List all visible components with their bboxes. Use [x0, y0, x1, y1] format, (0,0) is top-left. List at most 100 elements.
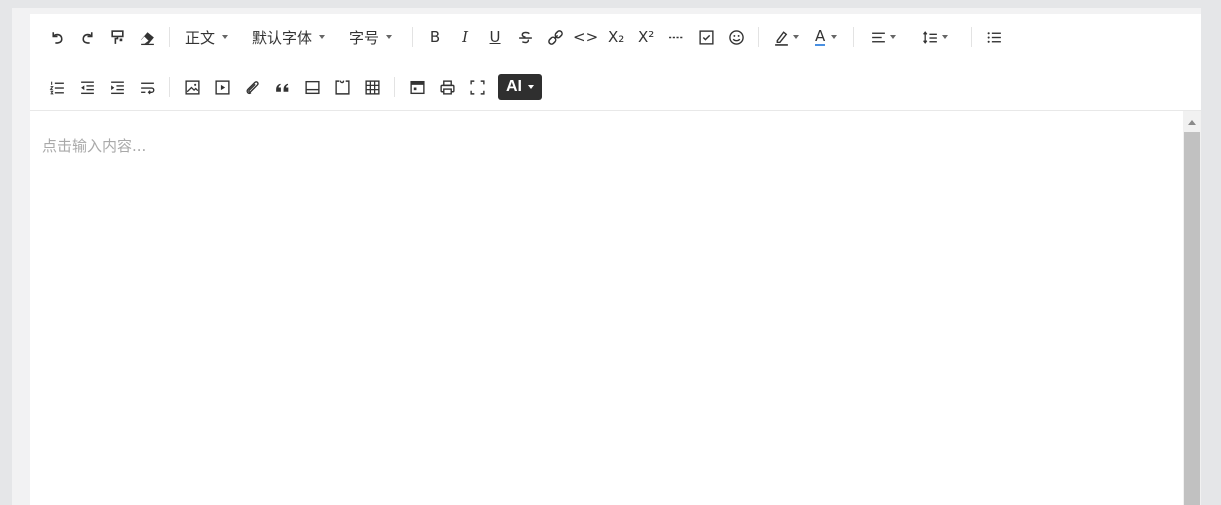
code-button[interactable]: <> — [570, 23, 601, 51]
task-list-icon — [699, 29, 714, 45]
wrap-icon — [140, 82, 154, 94]
table-icon — [364, 79, 380, 95]
paragraph-style-label: 正文 — [185, 29, 216, 47]
code-label: <> — [573, 28, 599, 46]
table-button[interactable] — [357, 73, 387, 101]
insert-video-button[interactable] — [207, 73, 237, 101]
font-family-dropdown[interactable]: 默认字体 — [244, 27, 333, 48]
image-icon — [184, 79, 200, 95]
code-block-button[interactable] — [297, 73, 327, 101]
separator — [169, 77, 170, 97]
fullscreen-button[interactable] — [462, 73, 492, 101]
underline-label: U — [489, 28, 501, 46]
emoji-icon — [728, 29, 744, 45]
font-color-button[interactable]: A — [806, 23, 846, 51]
separator — [394, 77, 395, 97]
fullscreen-icon — [469, 79, 485, 95]
print-button[interactable] — [432, 73, 462, 101]
editor-frame: 正文 默认字体 字号 B I U <> X₂ X² A AI 点击输入内容... — [12, 8, 1201, 505]
chevron-down-icon — [942, 35, 949, 39]
indent-icon — [110, 80, 124, 94]
container-icon — [334, 79, 350, 95]
link-icon — [547, 29, 563, 45]
superscript-label: X² — [638, 28, 655, 46]
link-button[interactable] — [540, 23, 570, 51]
horizontal-rule-icon — [668, 36, 684, 38]
separator — [169, 27, 170, 47]
content-placeholder: 点击输入内容... — [42, 137, 147, 155]
line-height-icon — [923, 30, 938, 44]
indent-button[interactable] — [102, 73, 132, 101]
italic-button[interactable]: I — [450, 23, 480, 51]
task-list-button[interactable] — [691, 23, 721, 51]
font-size-label: 字号 — [349, 29, 380, 47]
quote-icon — [275, 83, 288, 92]
redo-icon — [81, 31, 93, 44]
template-icon — [409, 80, 425, 94]
redo-button[interactable] — [72, 23, 102, 51]
attachment-icon — [245, 80, 259, 94]
toolbar-row-1: 正文 默认字体 字号 B I U <> X₂ X² A — [30, 17, 1201, 57]
subscript-button[interactable]: X₂ — [601, 23, 631, 51]
italic-label: I — [462, 28, 469, 46]
vertical-scrollbar[interactable] — [1183, 111, 1201, 505]
chevron-down-icon — [319, 35, 326, 39]
numbered-list-button[interactable] — [42, 73, 72, 101]
strikethrough-icon — [518, 31, 532, 43]
clear-format-button[interactable] — [132, 23, 162, 51]
eraser-icon — [140, 31, 154, 45]
separator — [758, 27, 760, 47]
chevron-down-icon — [793, 35, 800, 39]
template-button[interactable] — [402, 73, 432, 101]
highlight-button[interactable] — [766, 23, 806, 51]
font-size-dropdown[interactable]: 字号 — [341, 27, 400, 48]
scrollbar-thumb[interactable] — [1184, 132, 1200, 505]
video-icon — [214, 79, 230, 95]
bulleted-list-icon — [987, 31, 1001, 43]
bulleted-list-button[interactable] — [979, 23, 1009, 51]
paragraph-style-dropdown[interactable]: 正文 — [177, 27, 236, 48]
separator — [971, 27, 973, 47]
container-button[interactable] — [327, 73, 357, 101]
format-painter-icon — [110, 29, 124, 44]
line-height-button[interactable] — [913, 23, 957, 51]
editor-content-area[interactable]: 点击输入内容... — [30, 111, 1181, 505]
font-family-label: 默认字体 — [252, 29, 313, 47]
strikethrough-button[interactable] — [510, 23, 540, 51]
wrap-button[interactable] — [132, 73, 162, 101]
format-painter-button[interactable] — [102, 23, 132, 51]
chevron-down-icon — [890, 35, 897, 39]
undo-button[interactable] — [42, 23, 72, 51]
align-icon — [872, 32, 886, 42]
font-color-label: A — [815, 26, 826, 46]
toolbar-row-2: AI — [30, 67, 1201, 107]
insert-image-button[interactable] — [177, 73, 207, 101]
rich-text-editor: 正文 默认字体 字号 B I U <> X₂ X² A AI 点击输入内容... — [30, 14, 1201, 505]
ai-button[interactable]: AI — [498, 74, 542, 100]
subscript-label: X₂ — [608, 28, 625, 46]
toolbar: 正文 默认字体 字号 B I U <> X₂ X² A AI — [30, 14, 1201, 111]
highlight-icon — [775, 30, 789, 46]
ai-label: AI — [506, 78, 522, 95]
bold-button[interactable]: B — [420, 23, 450, 51]
separator — [853, 27, 855, 47]
print-icon — [439, 79, 455, 95]
horizontal-rule-button[interactable] — [661, 23, 691, 51]
attachment-button[interactable] — [237, 73, 267, 101]
quote-button[interactable] — [267, 73, 297, 101]
superscript-button[interactable]: X² — [631, 23, 661, 51]
bold-label: B — [429, 28, 441, 46]
numbered-list-icon — [49, 81, 64, 94]
emoji-button[interactable] — [721, 23, 751, 51]
chevron-down-icon — [386, 35, 393, 39]
outdent-icon — [80, 80, 94, 94]
undo-icon — [51, 31, 63, 44]
chevron-down-icon — [222, 35, 229, 39]
code-block-icon — [304, 80, 320, 94]
align-button[interactable] — [861, 23, 905, 51]
chevron-down-icon — [831, 35, 838, 39]
outdent-button[interactable] — [72, 73, 102, 101]
underline-button[interactable]: U — [480, 23, 510, 51]
chevron-down-icon — [528, 85, 534, 89]
scroll-up-arrow-icon[interactable] — [1188, 120, 1196, 125]
